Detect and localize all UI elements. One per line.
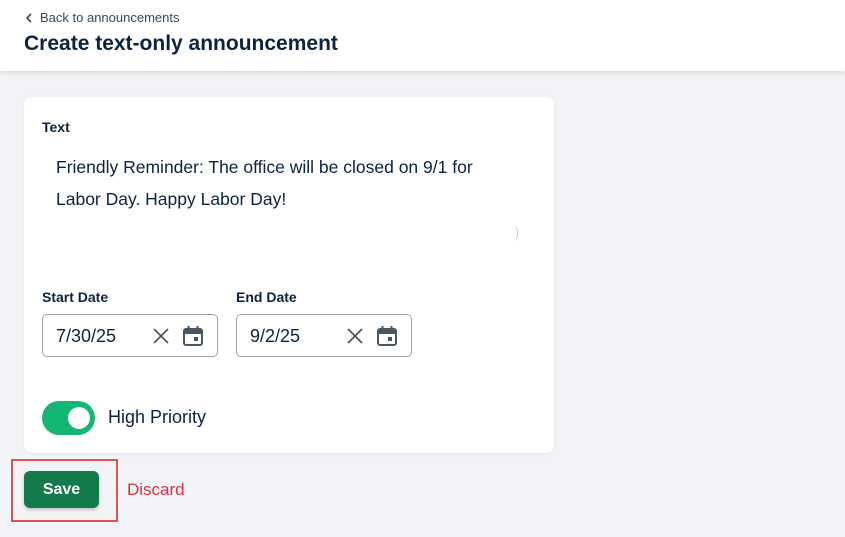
chevron-left-icon <box>25 12 32 23</box>
close-icon[interactable] <box>345 326 365 346</box>
toggle-knob <box>68 407 90 429</box>
start-date-input[interactable]: 7/30/25 <box>42 314 218 357</box>
close-icon[interactable] <box>151 326 171 346</box>
announcement-text-area[interactable]: Friendly Reminder: The office will be cl… <box>42 143 522 253</box>
end-date-label: End Date <box>236 289 297 305</box>
announcement-form-card: Text Friendly Reminder: The office will … <box>24 97 554 453</box>
calendar-icon[interactable] <box>376 325 398 347</box>
calendar-icon[interactable] <box>182 325 204 347</box>
back-link[interactable]: Back to announcements <box>24 10 179 25</box>
page-header: Back to announcements Create text-only a… <box>0 0 845 71</box>
start-date-value: 7/30/25 <box>56 326 117 346</box>
high-priority-toggle[interactable] <box>42 401 95 435</box>
discard-button[interactable]: Discard <box>127 480 185 500</box>
save-button[interactable]: Save <box>24 471 99 508</box>
start-date-label: Start Date <box>42 289 109 305</box>
text-label: Text <box>42 119 70 135</box>
end-date-input[interactable]: 9/2/25 <box>236 314 412 357</box>
high-priority-label: High Priority <box>108 407 207 427</box>
page-title: Create text-only announcement <box>24 32 338 55</box>
end-date-value: 9/2/25 <box>250 326 301 346</box>
back-link-label: Back to announcements <box>40 10 180 25</box>
